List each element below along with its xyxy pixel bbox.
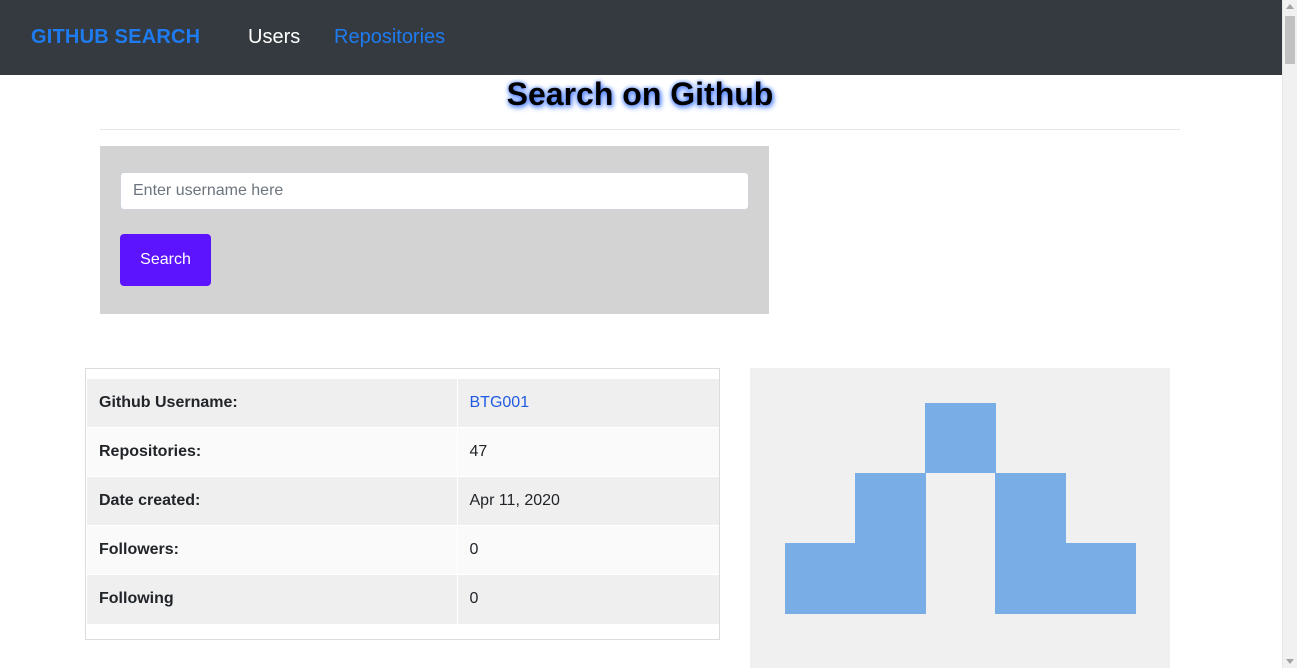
page-title: Search on Github xyxy=(506,76,774,112)
table-row: Date created: Apr 11, 2020 xyxy=(87,476,719,526)
search-panel: Search xyxy=(100,146,769,314)
search-button[interactable]: Search xyxy=(120,234,211,286)
following-label: Following xyxy=(87,574,458,624)
username-search-input[interactable] xyxy=(120,172,749,210)
nav-link-users[interactable]: Users xyxy=(248,26,300,48)
username-label: Github Username: xyxy=(87,378,458,428)
scroll-up-arrow-icon[interactable] xyxy=(1286,4,1294,9)
table-row: Followers: 0 xyxy=(87,525,719,575)
repositories-label: Repositories: xyxy=(87,427,458,477)
following-value: 0 xyxy=(457,574,719,624)
nav-link-repositories[interactable]: Repositories xyxy=(334,26,445,48)
table-row: Repositories: 47 xyxy=(87,427,719,477)
user-info-card: Github Username: BTG001 Repositories: 47… xyxy=(85,368,720,640)
date-created-value: Apr 11, 2020 xyxy=(457,476,719,526)
title-divider xyxy=(100,129,1180,130)
username-value-cell: BTG001 xyxy=(457,378,719,428)
followers-value: 0 xyxy=(457,525,719,575)
table-row: Github Username: BTG001 xyxy=(87,378,719,428)
table-row: Following 0 xyxy=(87,574,719,624)
scroll-down-arrow-icon[interactable] xyxy=(1286,659,1294,664)
repositories-value: 47 xyxy=(457,427,719,477)
user-info-table: Github Username: BTG001 Repositories: 47… xyxy=(87,378,719,624)
top-navbar: GITHUB SEARCH Users Repositories xyxy=(0,0,1282,75)
avatar xyxy=(750,368,1170,668)
identicon-avatar-icon xyxy=(785,403,1136,614)
scrollbar-thumb[interactable] xyxy=(1285,16,1295,64)
followers-label: Followers: xyxy=(87,525,458,575)
brand-link[interactable]: GITHUB SEARCH xyxy=(31,26,200,48)
date-created-label: Date created: xyxy=(87,476,458,526)
username-link[interactable]: BTG001 xyxy=(470,394,530,411)
vertical-scrollbar[interactable] xyxy=(1282,0,1297,668)
